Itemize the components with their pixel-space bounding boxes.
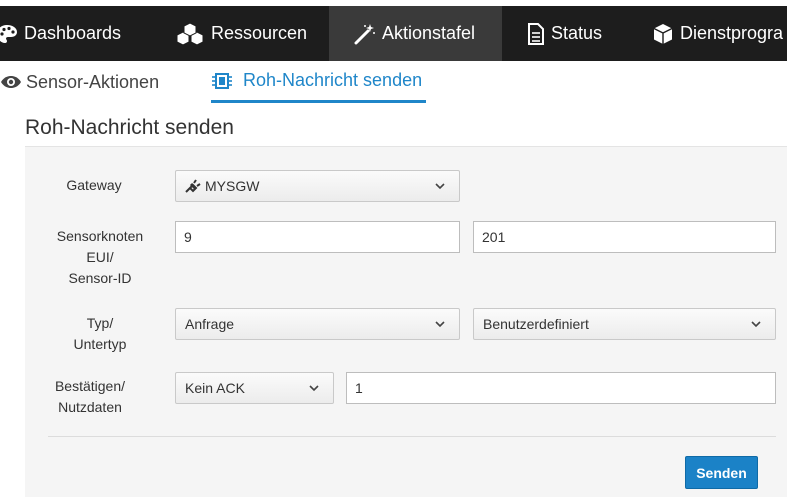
nav-item-action-board[interactable]: Aktionstafel [329, 6, 502, 61]
nav-item-utilities[interactable]: Dienstprogra [652, 6, 783, 61]
chevron-down-icon [435, 183, 445, 190]
send-button[interactable]: Senden [685, 456, 758, 489]
action-tabs: Sensor-Aktionen Roh-Nachricht senden [0, 61, 787, 105]
tab-label: Sensor-Aktionen [26, 71, 160, 92]
form-divider [48, 436, 776, 437]
subtype-value: Benutzerdefiniert [483, 316, 589, 332]
eye-icon [1, 76, 21, 88]
label-line: Nutzdaten [58, 399, 122, 415]
gateway-label: Gateway [66, 177, 122, 193]
sensor-id-input[interactable]: 201 [473, 221, 776, 253]
tab-sensor-actions[interactable]: Sensor-Aktionen [0, 61, 159, 103]
ack-select[interactable]: Kein ACK [175, 372, 334, 404]
nav-item-resources[interactable]: Ressourcen [175, 6, 307, 61]
cube-icon [653, 23, 673, 44]
nav-item-status[interactable]: Status [527, 6, 602, 61]
label-line: Sensor-ID [68, 270, 132, 286]
node-id-input[interactable]: 9 [175, 221, 460, 253]
label-line: EUI/ [86, 249, 114, 265]
chevron-down-icon [309, 385, 319, 392]
top-navbar: Dashboards Ressourcen Aktionstafel Statu… [0, 0, 787, 61]
nav-item-label: Dienstprogra [680, 23, 784, 43]
magic-wand-icon [354, 23, 375, 44]
plug-icon [185, 179, 201, 193]
gateway-value: MYSGW [205, 178, 260, 194]
nav-item-label: Ressourcen [211, 23, 308, 43]
label-line: Untertyp [73, 336, 127, 352]
ack-payload-label: Bestätigen/ Nutzdaten [44, 376, 136, 418]
page-title: Roh-Nachricht senden [25, 116, 234, 139]
ack-value: Kein ACK [185, 380, 245, 396]
tab-send-raw-message[interactable]: Roh-Nachricht senden [211, 61, 426, 103]
node-sensor-label: Sensorknoten EUI/ Sensor-ID [44, 226, 156, 289]
palette-icon [0, 24, 17, 43]
type-value: Anfrage [185, 316, 235, 332]
chevron-down-icon [435, 321, 445, 328]
type-subtype-label: Typ/ Untertyp [44, 313, 156, 355]
nav-item-label: Status [551, 23, 603, 43]
tab-label: Roh-Nachricht senden [243, 70, 423, 90]
type-select[interactable]: Anfrage [175, 308, 460, 340]
label-line: Bestätigen/ [54, 378, 126, 394]
nav-item-dashboards[interactable]: Dashboards [0, 6, 146, 61]
gateway-select[interactable]: MYSGW [175, 170, 460, 202]
cubes-icon [176, 22, 204, 45]
label-line: Sensorknoten [56, 228, 144, 244]
payload-input[interactable]: 1 [346, 372, 776, 404]
nav-item-label: Aktionstafel [382, 23, 476, 43]
nav-item-label: Dashboards [24, 23, 122, 43]
label-line: Typ/ [86, 315, 114, 331]
chevron-down-icon [751, 321, 761, 328]
document-icon [528, 22, 544, 45]
chip-icon [212, 72, 232, 89]
subtype-select[interactable]: Benutzerdefiniert [473, 308, 776, 340]
